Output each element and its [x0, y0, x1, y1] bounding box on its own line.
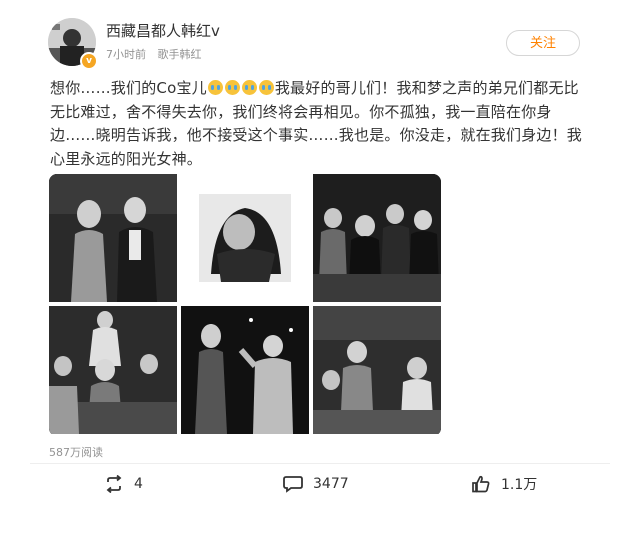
- comment-button[interactable]: 3477: [283, 470, 349, 498]
- like-count: 1.1万: [501, 477, 538, 493]
- post-text: 想你……我们的Co宝儿 我最好的哥儿们！我和梦之声的弟兄们都无比无比难过，舍不得失…: [50, 77, 590, 171]
- photo-1[interactable]: [49, 174, 177, 302]
- post-time: 7小时前: [106, 48, 146, 61]
- crying-face-icon: [224, 80, 240, 95]
- crying-face-icon: [258, 80, 274, 95]
- v-badge-icon: v: [80, 52, 98, 70]
- repost-icon: [106, 475, 122, 493]
- read-count: 587万阅读: [49, 446, 103, 459]
- photo-grid: [49, 174, 441, 436]
- like-button[interactable]: 1.1万: [471, 470, 537, 498]
- crying-face-icon: [241, 80, 257, 95]
- post-meta: 7小时前 歌手韩红: [106, 46, 202, 62]
- post-source: 歌手韩红: [157, 48, 202, 61]
- repost-count: 4: [134, 476, 143, 492]
- photo-5[interactable]: [181, 306, 309, 434]
- follow-button[interactable]: 关注: [506, 30, 580, 56]
- thumbs-up-icon: [472, 475, 490, 493]
- post-text-part1: 想你……我们的Co宝儿: [50, 79, 207, 97]
- username[interactable]: 西藏昌都人韩红v: [106, 20, 220, 41]
- photo-3[interactable]: [313, 174, 441, 302]
- photo-2[interactable]: [181, 174, 309, 302]
- repost-button[interactable]: 4: [104, 470, 143, 498]
- weibo-post-card: v 西藏昌都人韩红v 7小时前 歌手韩红 关注 想你……我们的Co宝儿 我最好的哥…: [0, 0, 640, 535]
- divider: [30, 463, 610, 464]
- photo-6[interactable]: [313, 306, 441, 434]
- photo-4[interactable]: [49, 306, 177, 434]
- comment-count: 3477: [313, 476, 349, 492]
- crying-face-icon: [207, 80, 223, 95]
- comment-icon: [283, 476, 303, 493]
